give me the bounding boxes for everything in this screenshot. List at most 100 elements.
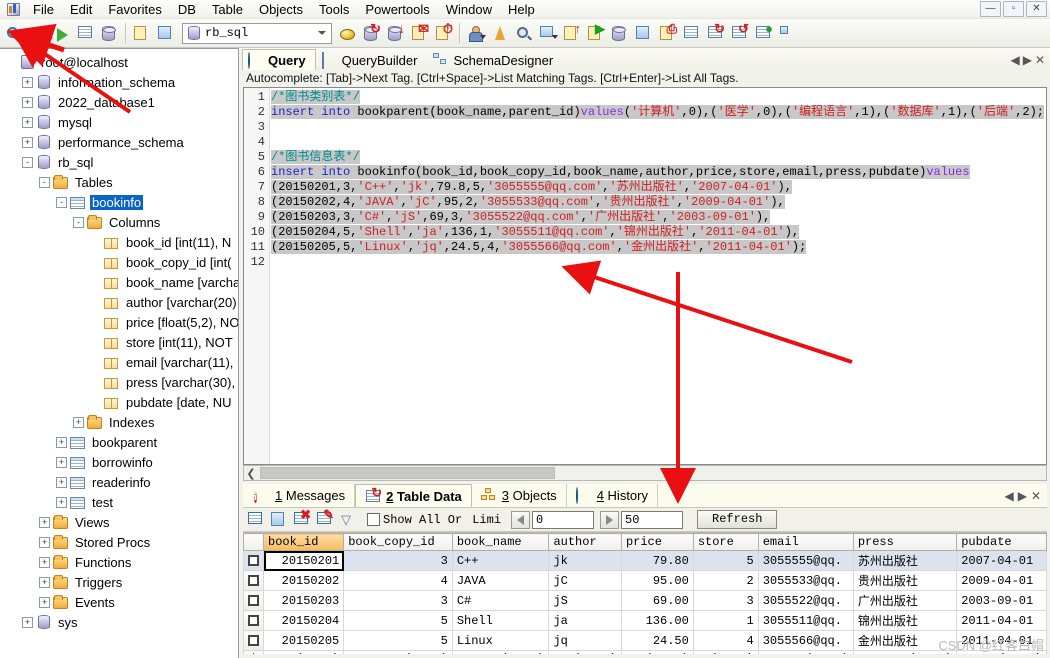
explain-icon[interactable] [99,22,121,45]
expand-toggle-icon[interactable]: + [22,116,33,128]
edit-note-icon[interactable] [131,22,153,45]
export-data-icon[interactable]: ↑ [561,22,583,45]
import-db-icon[interactable]: ↓ [385,22,407,45]
tab-next-icon[interactable]: ▶ [1023,53,1032,67]
grid-view-icon[interactable] [246,510,267,530]
tab-close-icon[interactable]: ✕ [1035,53,1045,67]
scroll-left-icon[interactable]: ❮ [244,467,258,480]
row-selector[interactable] [243,550,264,571]
grid-cell[interactable]: 20150202 [262,570,345,591]
grid-cell[interactable]: JAVA [451,570,550,591]
table-row[interactable]: 20150203 3 C# jS 69.00 3 3055522@qq. 广州出版社 2003-… [243,590,1047,611]
table-row[interactable]: 20150205 5 Linux jq 24.50 4 3055566@qq. 金州出版社 20… [243,630,1047,651]
table-refresh-icon[interactable]: ↺ [729,22,751,45]
editor-tab-nav[interactable]: ◀ ▶ ✕ [1010,53,1050,70]
grid-cell[interactable]: ja [548,610,622,631]
menu-item-favorites[interactable]: Favorites [100,0,169,19]
grid-cell[interactable]: 2 [692,570,759,591]
tree-node-borrowinfo[interactable]: + borrowinfo [0,452,238,472]
data-compare-icon[interactable] [537,22,559,45]
tree-node-views[interactable]: + Views [0,512,238,532]
grid-cell[interactable]: jS [548,590,622,611]
menu-item-powertools[interactable]: Powertools [357,0,437,19]
new-query-icon[interactable] [3,22,25,45]
grid-cell[interactable]: 79.80 [620,550,694,571]
expand-toggle-icon[interactable]: + [56,456,67,468]
sql-editor[interactable]: 1 2 3 4 5 6 7 8 9 10 11 12 /*图书类别表*/insert into boo… [243,87,1047,465]
expand-toggle-icon[interactable]: + [39,576,50,588]
next-page-button[interactable] [600,510,620,529]
collapse-toggle-icon[interactable]: - [39,176,50,188]
alter-table-icon[interactable]: ↻ [705,22,727,45]
data-grid[interactable]: book_id book_copy_id book_name author price s… [243,533,1047,654]
editor-horizontal-scrollbar[interactable]: ❮ [243,465,1047,481]
table-row[interactable]: 20150202 4 JAVA jC 95.00 2 3055533@qq. 贵州出版社 200… [243,570,1047,591]
expand-toggle-icon[interactable]: + [73,416,84,428]
tab-querybuilder[interactable]: QueryBuilder [316,49,428,70]
grid-cell[interactable]: (NULL) [548,650,622,654]
tree-node-price[interactable]: price [float(5,2), NO [0,312,238,332]
object-explorer-panel[interactable]: root@localhost + information_schema +2022_d… [0,48,239,658]
tab-schemadesigner[interactable]: SchemaDesigner [427,49,563,70]
grid-column-header[interactable]: pubdate [956,533,1047,551]
sql-code-area[interactable]: /*图书类别表*/insert into bookparent(book_nam… [271,88,1046,464]
filter-icon[interactable]: ▽ [338,510,359,530]
grid-cell[interactable]: 3055511@qq. [757,610,854,631]
restore-button[interactable]: ▫ [1003,1,1024,17]
offset-input[interactable]: 0 [532,510,595,529]
results-tab-next-icon[interactable]: ▶ [1018,489,1027,503]
grid-cell[interactable]: 广州出版社 [852,590,958,611]
tree-node-functions[interactable]: + Functions [0,552,238,572]
grid-cell[interactable]: 24.50 [620,630,694,651]
grid-cell[interactable]: 苏州出版社 [852,550,958,571]
grid-cell[interactable]: 3 [343,550,453,571]
expand-toggle-icon[interactable]: + [39,516,50,528]
tree-node-pubdate[interactable]: pubdate [date, NU [0,392,238,412]
grid-cell[interactable]: 5 [343,610,453,631]
tree-node-sys[interactable]: + sys [0,612,238,632]
save-icon[interactable] [269,510,290,530]
refresh-db-icon[interactable]: ↻ [361,22,383,45]
grid-column-header[interactable]: price [620,533,694,551]
table-edit-icon[interactable]: ● [753,22,775,45]
expand-toggle-icon[interactable]: + [39,536,50,548]
execute-step-icon[interactable] [51,22,73,45]
grid-cell[interactable]: (NULL) [262,650,345,654]
expand-toggle-icon[interactable]: + [22,616,33,628]
tree-node-bookparent[interactable]: + bookparent [0,432,238,452]
collapse-toggle-icon[interactable]: - [73,216,84,228]
tree-node-triggers[interactable]: + Triggers [0,572,238,592]
grid-column-header[interactable]: email [757,533,854,551]
grid-column-header[interactable]: press [852,533,958,551]
prev-page-button[interactable] [511,510,531,529]
database-gold-icon[interactable] [337,22,359,45]
menu-item-tools[interactable]: Tools [311,0,357,19]
tree-node-rb_sql[interactable]: - rb_sql [0,152,238,172]
object-tree[interactable]: root@localhost + information_schema +2022_d… [0,49,238,632]
code-line[interactable] [271,135,1046,150]
tree-node-stored[interactable]: + Stored Procs [0,532,238,552]
results-tab-history[interactable]: 4 History [567,484,658,507]
grid-column-header[interactable]: store [692,533,759,551]
cleanup-icon[interactable] [489,22,511,45]
grid-cell[interactable]: 2011-04-01 [956,610,1047,631]
collapse-toggle-icon[interactable]: - [22,156,33,168]
grid-column-header[interactable]: book_copy_id [343,533,453,551]
show-all-checkbox[interactable] [367,513,380,526]
tree-node-book_id[interactable]: book_id [int(11), N [0,232,238,252]
tree-node-2022_database1[interactable]: +2022_database1 [0,92,238,112]
tree-node-book_copy_id[interactable]: book_copy_id [int( [0,252,238,272]
tree-node-columns[interactable]: - Columns [0,212,238,232]
results-tab-nav[interactable]: ◀ ▶ ✕ [1004,489,1047,503]
grid-cell[interactable]: 3055566@qq. [757,630,854,651]
menu-item-window[interactable]: Window [438,0,500,19]
code-line[interactable]: /*图书类别表*/ [271,90,1046,105]
tree-node-press[interactable]: press [varchar(30), [0,372,238,392]
grid-cell[interactable]: 4 [343,570,453,591]
row-selector[interactable] [243,610,264,631]
code-line[interactable]: (20150203,3,'C#', 'jS',69,3,'3055522@qq.c… [271,210,1046,225]
tree-node-readerinfo[interactable]: + readerinfo [0,472,238,492]
grid-cell[interactable]: 2003-09-01 [956,590,1047,611]
grid-cell[interactable]: 20150205 [262,630,345,651]
mail-db-icon[interactable]: ✉ [409,22,431,45]
